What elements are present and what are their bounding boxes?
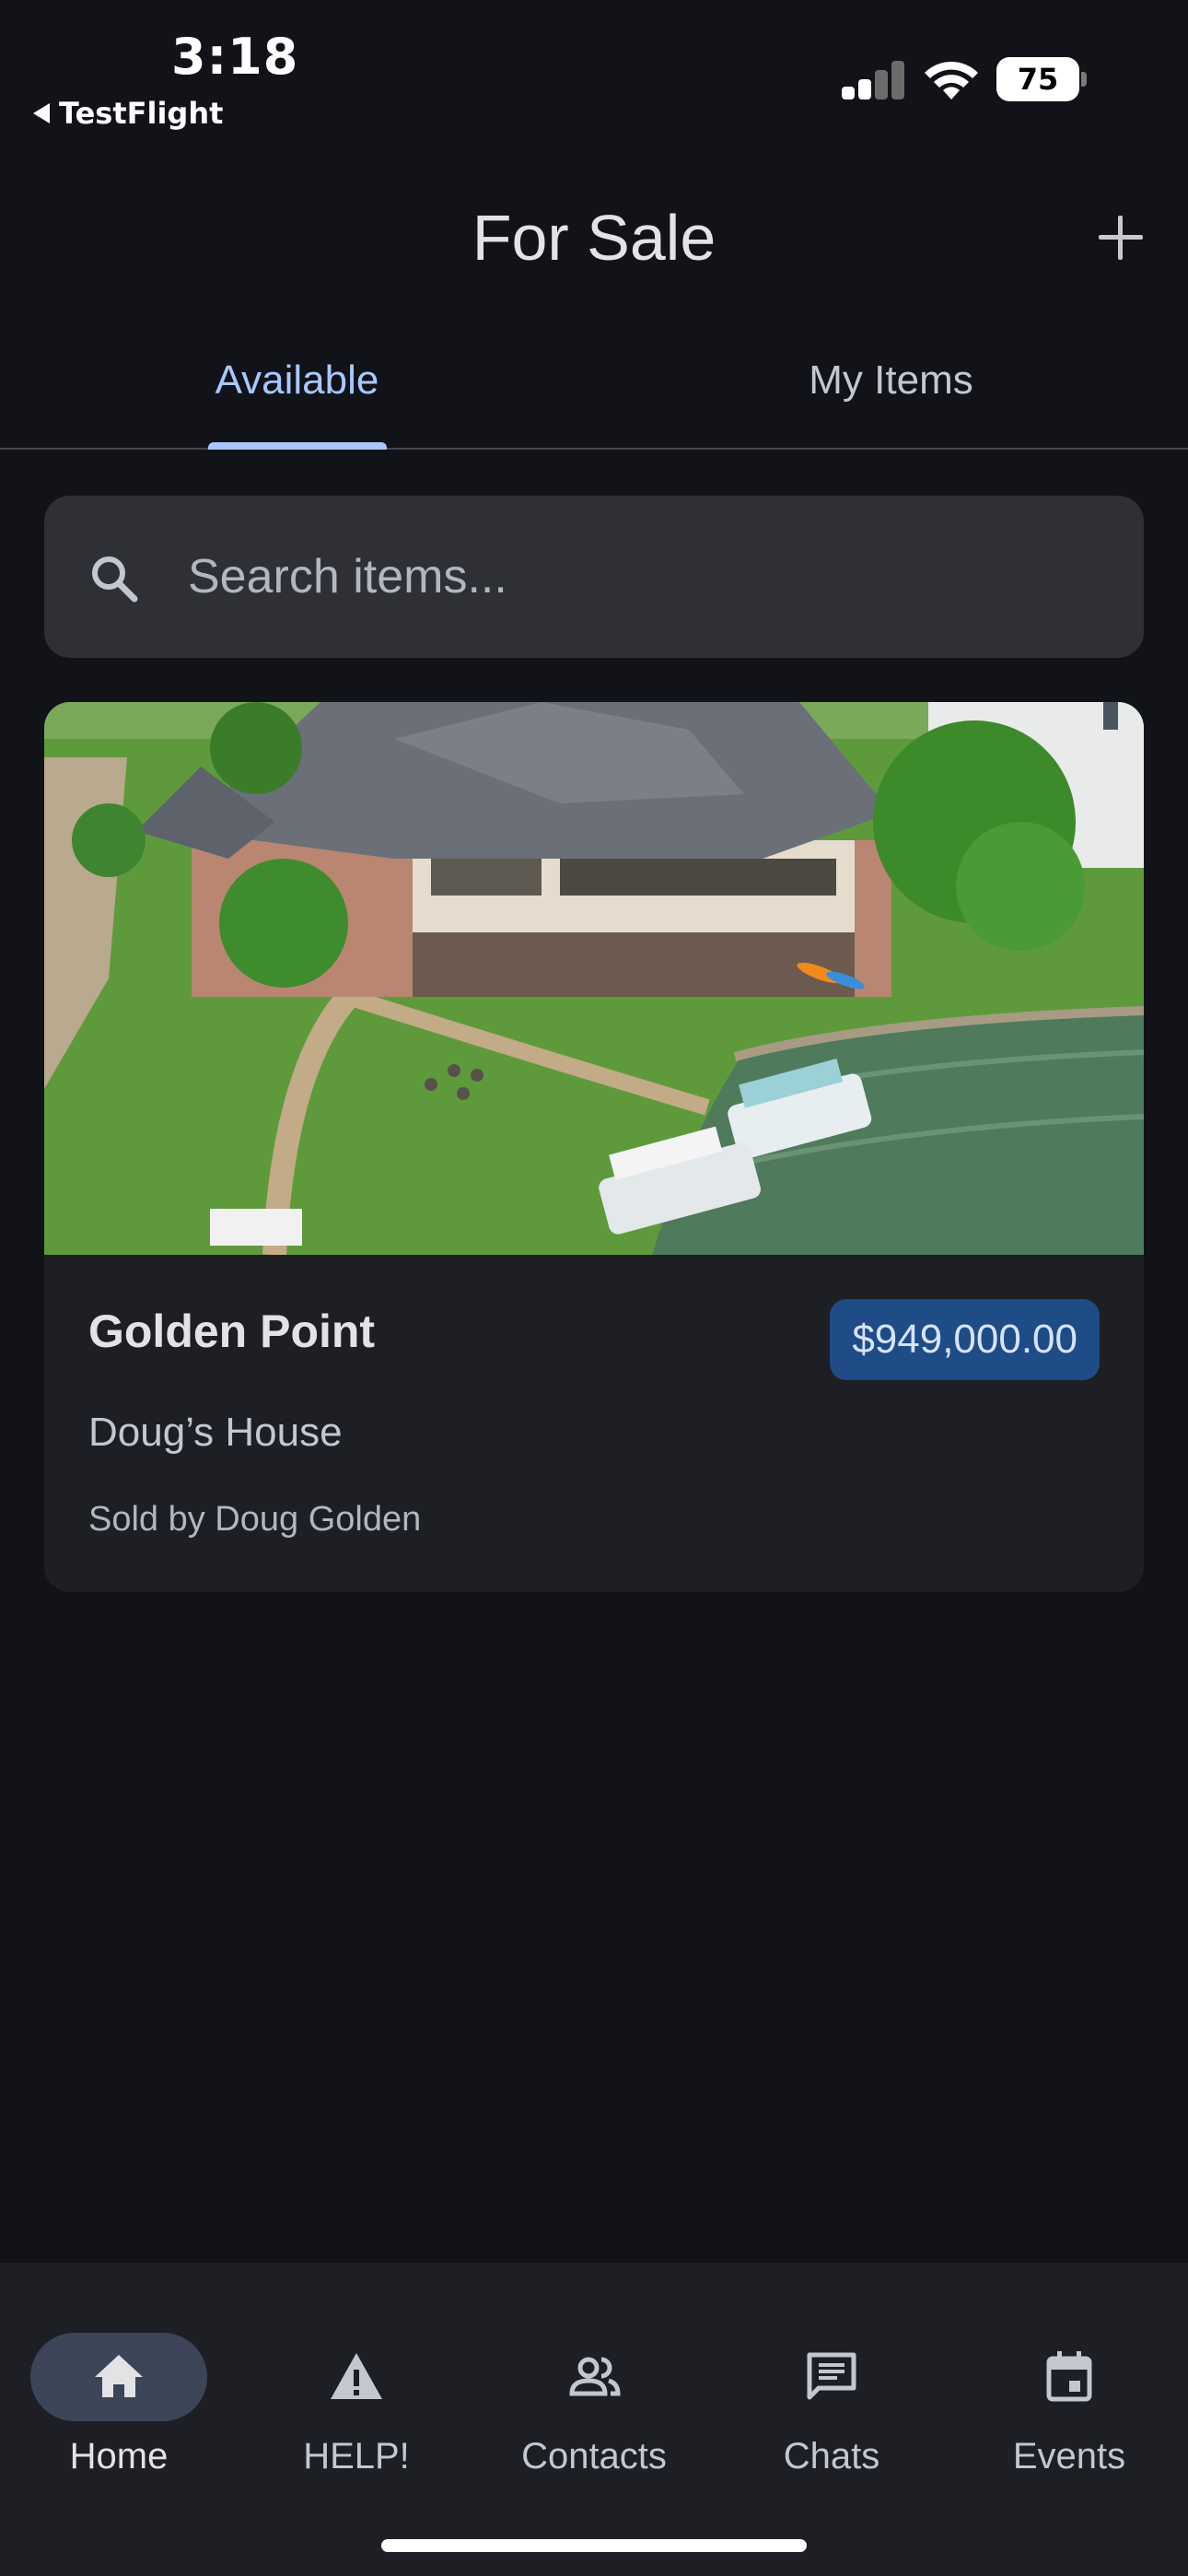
listing-card[interactable]: Golden Point $949,000.00 Doug’s House So… xyxy=(44,702,1144,1592)
nav-events-label: Events xyxy=(1012,2436,1126,2476)
nav-contacts-label: Contacts xyxy=(521,2436,667,2476)
tab-indicator xyxy=(208,442,387,450)
listing-subtitle: Doug’s House xyxy=(88,1410,343,1455)
nav-home[interactable]: Home xyxy=(0,2298,238,2476)
nav-home-label: Home xyxy=(69,2436,169,2476)
tab-bar: Available My Items xyxy=(0,341,1188,450)
tab-available[interactable]: Available xyxy=(0,357,594,404)
nav-contacts[interactable]: Contacts xyxy=(475,2298,713,2476)
nav-chats[interactable]: Chats xyxy=(713,2298,950,2476)
add-item-button[interactable] xyxy=(1092,210,1149,267)
nav-help-label: HELP! xyxy=(303,2436,410,2476)
search-icon xyxy=(92,556,138,603)
price-badge: $949,000.00 xyxy=(830,1299,1100,1380)
status-time: 3:18 xyxy=(171,28,299,86)
cellular-signal-icon xyxy=(842,61,904,100)
listing-title: Golden Point xyxy=(88,1306,376,1357)
listing-photo xyxy=(44,702,1144,1255)
battery-icon: 75 xyxy=(996,57,1087,101)
nav-help[interactable]: HELP! xyxy=(238,2298,475,2476)
tab-my-items[interactable]: My Items xyxy=(594,357,1188,404)
listing-seller: Sold by Doug Golden xyxy=(88,1500,422,1539)
wifi-icon xyxy=(925,61,978,100)
calendar-icon xyxy=(1046,2351,1092,2402)
chat-icon xyxy=(807,2352,856,2400)
page-title: For Sale xyxy=(472,202,716,274)
contacts-icon xyxy=(569,2357,621,2396)
search-bar[interactable] xyxy=(44,496,1144,658)
nav-events[interactable]: Events xyxy=(950,2298,1188,2476)
back-arrow-icon xyxy=(33,103,50,123)
bottom-navigation: Home HELP! Contacts Chats Events xyxy=(0,2263,1188,2576)
battery-level: 75 xyxy=(996,57,1079,101)
nav-chats-label: Chats xyxy=(783,2436,880,2476)
back-app-label: TestFlight xyxy=(59,96,224,131)
search-input[interactable] xyxy=(188,540,1109,614)
home-icon xyxy=(95,2355,143,2397)
warning-icon xyxy=(331,2353,382,2399)
status-bar: 3:18 TestFlight 75 xyxy=(0,0,1188,147)
home-indicator[interactable] xyxy=(381,2539,807,2552)
back-to-testflight[interactable]: TestFlight xyxy=(33,96,223,131)
